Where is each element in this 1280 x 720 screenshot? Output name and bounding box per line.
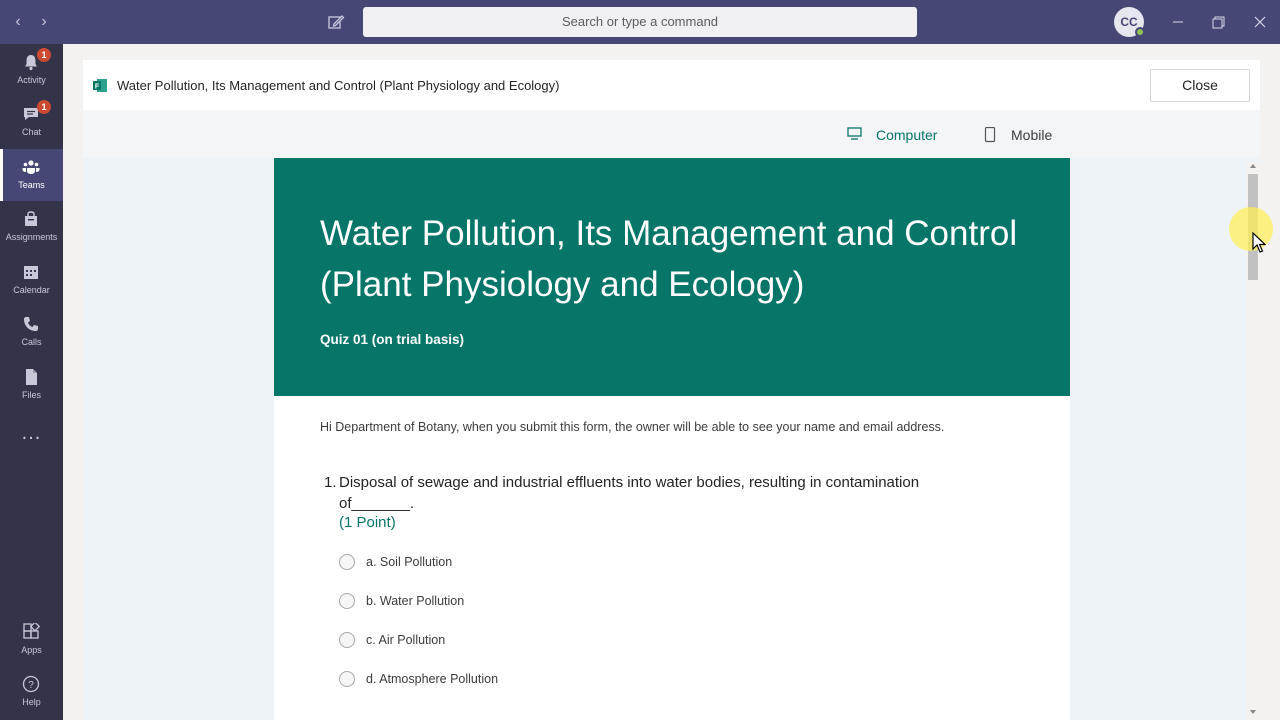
radio-button[interactable] <box>339 671 355 687</box>
rail-item-calls[interactable]: Calls <box>0 306 63 358</box>
question-points: (1 Point) <box>339 514 396 531</box>
form-card: Water Pollution, Its Management and Cont… <box>274 158 1070 720</box>
close-button[interactable]: Close <box>1150 69 1250 102</box>
rail-item-help[interactable]: ? Help <box>0 666 63 718</box>
scroll-up-arrow-icon[interactable] <box>1250 164 1256 168</box>
rail-item-label: Activity <box>17 75 46 85</box>
option-label: a. Soil Pollution <box>366 555 453 569</box>
phone-icon <box>24 317 38 331</box>
cursor-highlight <box>1229 207 1273 251</box>
minimize-icon[interactable] <box>1168 12 1188 32</box>
form-subtitle: Quiz 01 (on trial basis) <box>320 332 465 347</box>
rail-item-label: Help <box>22 697 41 707</box>
restore-icon[interactable] <box>1208 12 1228 32</box>
main-panel: F Water Pollution, Its Management and Co… <box>63 44 1280 720</box>
help-icon: ? <box>22 675 40 693</box>
mobile-view-label: Mobile <box>1011 127 1053 143</box>
svg-text:?: ? <box>28 680 34 691</box>
mobile-phone-icon <box>984 127 996 143</box>
teams-icon <box>22 160 40 174</box>
view-toggle-bar: Computer Mobile <box>83 110 1260 158</box>
forward-arrow-icon[interactable]: › <box>34 12 54 32</box>
monitor-icon <box>847 127 862 140</box>
rail-item-label: Calendar <box>13 285 50 295</box>
title-bar: ‹ › Search or type a command CC <box>0 0 1280 44</box>
mouse-cursor-icon <box>1252 232 1266 253</box>
radio-button[interactable] <box>339 554 355 570</box>
rail-item-teams[interactable]: Teams <box>0 149 63 201</box>
rail-item-label: Teams <box>18 180 45 190</box>
svg-text:F: F <box>95 84 100 91</box>
rail-item-files[interactable]: Files <box>0 359 63 411</box>
app-rail: 1 Activity 1 Chat Teams Assignments Cale… <box>0 44 63 720</box>
form-title: Water Pollution, Its Management and Cont… <box>320 214 1018 304</box>
rail-item-label: Chat <box>21 127 41 137</box>
presence-available-icon <box>1135 27 1145 37</box>
rail-item-label: Calls <box>21 337 42 347</box>
option-label: c. Air Pollution <box>366 633 446 647</box>
rail-item-label: Apps <box>21 645 42 655</box>
rail-item-label: Assignments <box>5 232 58 242</box>
identity-notice: Hi Department of Botany, when you submit… <box>320 420 945 434</box>
close-window-icon[interactable] <box>1250 12 1270 32</box>
back-arrow-icon[interactable]: ‹ <box>8 12 28 32</box>
question-text: Disposal of sewage and industrial efflue… <box>339 474 920 512</box>
scroll-down-arrow-icon[interactable] <box>1250 710 1256 714</box>
activity-badge: 1 <box>37 48 51 62</box>
radio-button[interactable] <box>339 632 355 648</box>
more-apps-icon[interactable]: ... <box>0 423 63 450</box>
rail-item-activity[interactable]: 1 Activity <box>0 44 63 96</box>
computer-view-label: Computer <box>876 127 938 143</box>
search-input[interactable]: Search or type a command <box>363 7 917 37</box>
assignments-icon <box>25 211 37 226</box>
question-number: 1. <box>324 474 337 491</box>
form-viewer-header: F Water Pollution, Its Management and Co… <box>83 60 1260 110</box>
file-icon <box>26 369 37 385</box>
chat-badge: 1 <box>37 100 51 114</box>
calendar-icon <box>24 266 38 279</box>
option-label: b. Water Pollution <box>366 594 465 608</box>
header-title: Water Pollution, Its Management and Cont… <box>117 78 560 93</box>
rail-item-label: Files <box>21 390 41 400</box>
rail-item-calendar[interactable]: Calendar <box>0 254 63 306</box>
apps-icon <box>23 623 40 639</box>
rail-item-chat[interactable]: 1 Chat <box>0 96 63 148</box>
rail-item-apps[interactable]: Apps <box>0 614 63 666</box>
compose-icon[interactable] <box>326 12 346 32</box>
form-preview-area: Computer Mobile Water Pollution, Its Man… <box>83 110 1260 720</box>
radio-button[interactable] <box>339 593 355 609</box>
form-banner: Water Pollution, Its Management and Cont… <box>274 158 1070 396</box>
forms-icon: F <box>93 79 107 92</box>
rail-item-assignments[interactable]: Assignments <box>0 201 63 253</box>
option-label: d. Atmosphere Pollution <box>366 672 499 686</box>
